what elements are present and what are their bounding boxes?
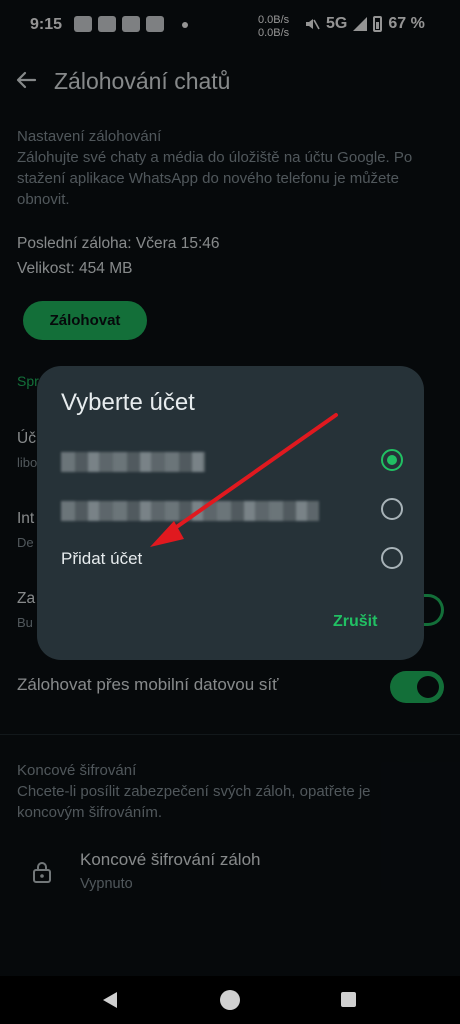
account-option-2[interactable] bbox=[37, 487, 424, 531]
cancel-button[interactable]: Zrušit bbox=[327, 609, 383, 635]
account-option-1[interactable] bbox=[37, 438, 424, 482]
nav-recents-icon[interactable] bbox=[341, 992, 356, 1007]
screen: 9:15 0.0B/s 0.0B/s 5G 67 % Zálohování ch… bbox=[0, 0, 460, 1024]
radio-unselected[interactable] bbox=[381, 498, 403, 520]
dialog-title: Vyberte účet bbox=[61, 389, 195, 416]
radio-selected[interactable] bbox=[381, 449, 403, 471]
redacted-account-email bbox=[61, 452, 205, 472]
system-nav-bar bbox=[0, 976, 460, 1024]
radio-unselected[interactable] bbox=[381, 547, 403, 569]
nav-back-icon[interactable] bbox=[103, 992, 117, 1008]
add-account-option[interactable]: Přidat účet bbox=[61, 549, 142, 569]
nav-home-icon[interactable] bbox=[220, 990, 240, 1010]
select-account-dialog: Vyberte účet Přidat účet Zrušit bbox=[37, 366, 424, 660]
redacted-account-email bbox=[61, 501, 319, 521]
